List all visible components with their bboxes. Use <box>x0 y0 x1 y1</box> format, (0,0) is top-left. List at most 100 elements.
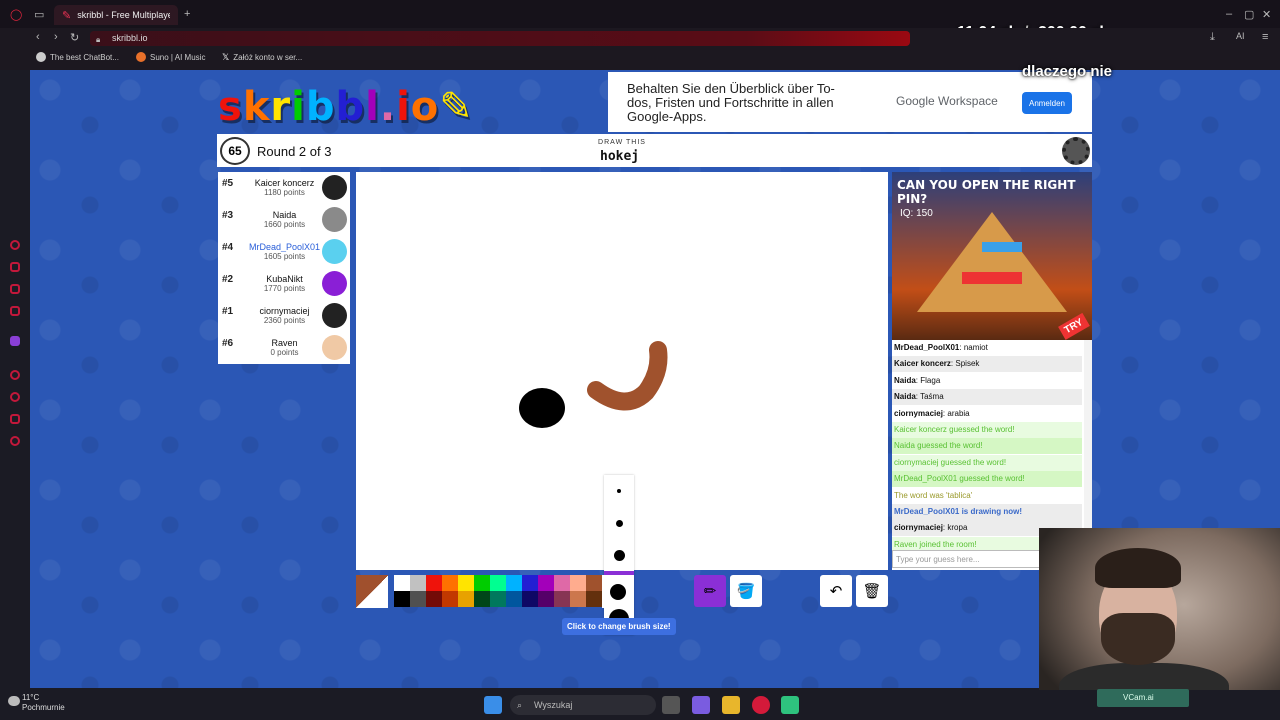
color-swatch[interactable] <box>458 591 474 607</box>
app-green-icon[interactable] <box>781 696 799 714</box>
download-icon[interactable]: ⤓ <box>1210 31 1215 44</box>
color-swatch[interactable] <box>442 575 458 591</box>
windows-start-icon[interactable] <box>484 696 502 714</box>
pencil-tool[interactable]: ✏ <box>694 575 726 607</box>
player-points: 1660 points <box>263 220 306 229</box>
player-row[interactable]: #3 Naida 1660 points <box>218 204 350 236</box>
color-swatch[interactable] <box>522 591 538 607</box>
sidebar-history-icon[interactable] <box>10 370 20 380</box>
google-workspace-ad[interactable]: Behalten Sie den Überblick über To-dos, … <box>608 72 1092 132</box>
sidebar-instagram-icon[interactable] <box>10 284 20 294</box>
taskbar-search[interactable]: ⌕ Wyszukaj <box>510 695 656 715</box>
color-swatch[interactable] <box>506 575 522 591</box>
color-swatch[interactable] <box>442 591 458 607</box>
color-swatch[interactable] <box>474 591 490 607</box>
browser-tab[interactable]: ✎ skribbl - Free Multiplayer D <box>54 5 178 25</box>
brush-tooltip: Click to change brush size! <box>562 618 676 635</box>
color-swatch[interactable] <box>570 591 586 607</box>
color-swatch[interactable] <box>490 591 506 607</box>
sidebar-messenger-icon[interactable] <box>10 240 20 250</box>
color-swatch[interactable] <box>586 591 602 607</box>
undo-tool[interactable]: ↶ <box>820 575 852 607</box>
sidebar-extensions-icon[interactable] <box>10 414 20 424</box>
weather-widget[interactable]: 11°C Pochmurnie <box>22 693 65 713</box>
color-swatch[interactable] <box>458 575 474 591</box>
tabs-menu-icon[interactable]: ▭ <box>34 8 44 21</box>
bookmark-suno[interactable]: Suno | AI Music <box>136 52 205 62</box>
color-swatch[interactable] <box>570 575 586 591</box>
fill-tool[interactable]: 🪣 <box>730 575 762 607</box>
color-swatch[interactable] <box>394 575 410 591</box>
color-swatch[interactable] <box>410 591 426 607</box>
pin-game-ad[interactable]: CAN YOU OPEN THE RIGHT PIN? IQ: 150 TRY <box>892 172 1092 340</box>
chat-text: Taśma <box>920 392 944 402</box>
player-name: Raven <box>271 338 298 348</box>
brush-size-popup <box>604 475 634 635</box>
color-swatch[interactable] <box>394 591 410 607</box>
reload-icon[interactable]: ↻ <box>70 31 79 44</box>
brush-size-button[interactable] <box>602 575 634 608</box>
chat-user: Kaicer koncerz <box>894 359 951 369</box>
chat-message: Naida: Taśma <box>892 389 1082 406</box>
opera-taskbar-icon[interactable] <box>752 696 770 714</box>
chat-message: The word was 'tablica' <box>892 488 1082 504</box>
settings-gear-icon[interactable] <box>1062 137 1090 165</box>
color-swatch[interactable] <box>586 575 602 591</box>
undo-icon: ↶ <box>829 583 843 600</box>
color-swatch[interactable] <box>506 591 522 607</box>
url-field[interactable]: 🔒︎ skribbl.io <box>90 31 910 46</box>
copilot-icon[interactable] <box>692 696 710 714</box>
player-points: 1180 points <box>264 188 305 197</box>
sidebar-music-icon[interactable] <box>10 306 20 316</box>
ad-brand: Google Workspace <box>896 94 998 108</box>
chat-text: MrDead_PoolX01 is drawing now! <box>894 507 1023 516</box>
brush-size-2[interactable] <box>604 507 634 539</box>
brush-size-1[interactable] <box>604 475 634 507</box>
sidebar-whatsapp-icon[interactable] <box>10 262 20 272</box>
ad-signin-button[interactable]: Anmelden <box>1022 92 1072 114</box>
color-swatch[interactable] <box>554 575 570 591</box>
chat-text: Raven joined the room! <box>894 539 977 549</box>
color-swatch[interactable] <box>538 591 554 607</box>
chat-message: MrDead_PoolX01 is drawing now! <box>892 504 1082 520</box>
menu-icon[interactable]: ≡ <box>1262 31 1268 43</box>
forward-icon[interactable]: › <box>54 31 58 43</box>
color-swatch[interactable] <box>490 575 506 591</box>
bookmark-chatbot[interactable]: The best ChatBot... <box>36 52 119 62</box>
player-row[interactable]: #5 Kaicer koncerz 1180 points <box>218 172 350 204</box>
close-window-icon[interactable]: ✕ <box>1262 8 1271 21</box>
skribbl-favicon-icon: ✎ <box>62 9 72 22</box>
color-swatch[interactable] <box>426 575 442 591</box>
clear-tool[interactable]: 🗑 <box>856 575 888 607</box>
bookmark-x[interactable]: 𝕏 Załóż konto w ser... <box>222 52 302 63</box>
sidebar-settings-icon[interactable] <box>10 436 20 446</box>
player-row[interactable]: #6 Raven 0 points <box>218 332 350 364</box>
fill-bucket-icon: 🪣 <box>736 583 756 600</box>
color-swatch[interactable] <box>410 575 426 591</box>
task-view-icon[interactable] <box>662 696 680 714</box>
restore-icon[interactable]: ▢ <box>1244 8 1254 21</box>
file-explorer-icon[interactable] <box>722 696 740 714</box>
minimize-icon[interactable]: – <box>1226 8 1232 20</box>
player-points: 1605 points <box>263 252 306 261</box>
player-row[interactable]: #1 ciornymaciej 2360 points <box>218 300 350 332</box>
brush-size-3[interactable] <box>604 539 634 571</box>
color-swatch[interactable] <box>522 575 538 591</box>
color-swatch[interactable] <box>554 591 570 607</box>
ai-icon[interactable]: AI <box>1236 31 1245 41</box>
chat-text: Flaga <box>920 375 941 385</box>
drawn-brown-hook <box>587 341 668 411</box>
back-icon[interactable]: ‹ <box>36 31 40 43</box>
sidebar-twitch-icon[interactable] <box>10 336 20 346</box>
color-swatch[interactable] <box>474 575 490 591</box>
color-swatch[interactable] <box>538 575 554 591</box>
player-row[interactable]: #2 KubaNikt 1770 points <box>218 268 350 300</box>
chat-text: Kaicer koncerz guessed the word! <box>894 425 1015 434</box>
color-swatch[interactable] <box>426 591 442 607</box>
player-row[interactable]: #4 MrDead_PoolX01 1605 points <box>218 236 350 268</box>
address-bar-row: ‹ › ↻ 🔒︎ skribbl.io ⤓ AI ≡ <box>0 28 1280 48</box>
new-tab-icon[interactable]: + <box>184 8 190 20</box>
opera-logo-icon[interactable]: ◯ <box>10 8 22 21</box>
browser-tab-bar: ◯ ▭ ✎ skribbl - Free Multiplayer D + 11,… <box>0 0 1280 41</box>
sidebar-clock-icon[interactable] <box>10 392 20 402</box>
